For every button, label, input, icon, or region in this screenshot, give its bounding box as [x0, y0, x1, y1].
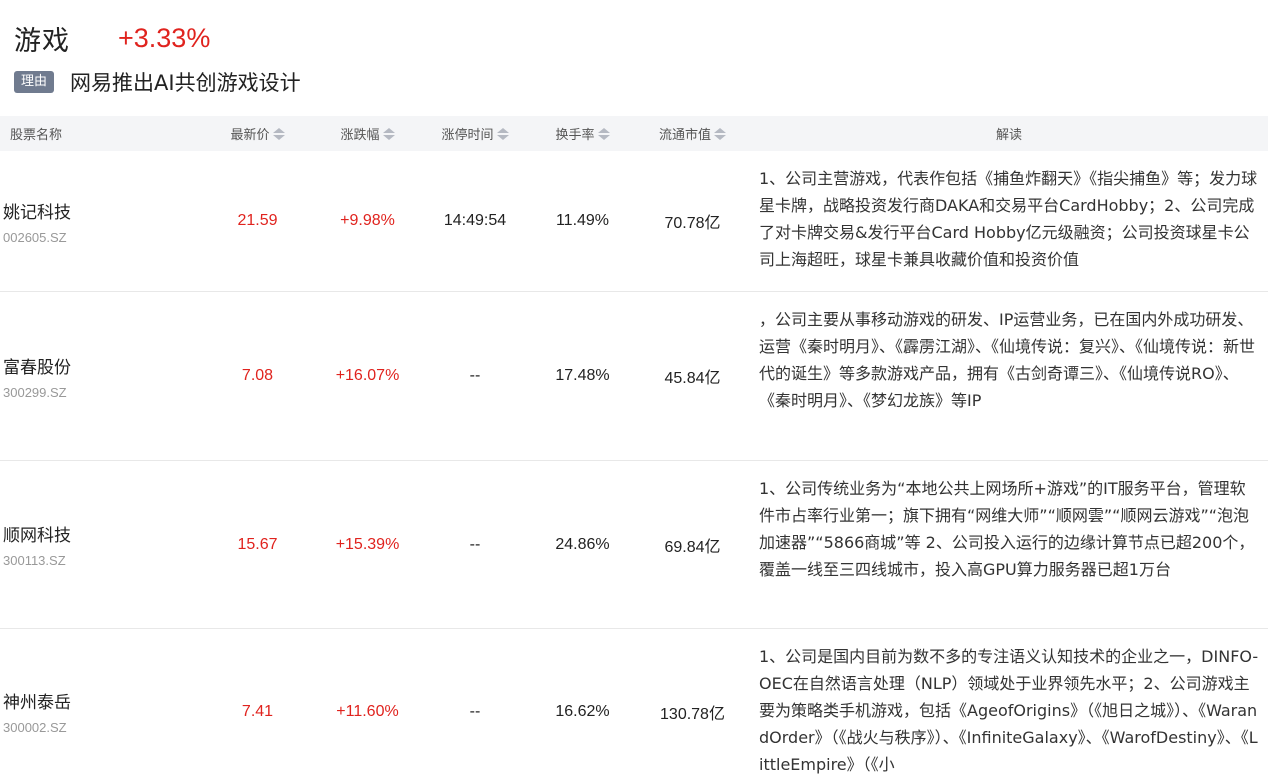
- header-price-label: 最新价: [230, 128, 270, 143]
- market-cap-cell: 69.84亿: [664, 538, 721, 556]
- sector-header: 游戏 +3.33%: [14, 18, 210, 58]
- reason-row: 理由 网易推出AI共创游戏设计: [14, 68, 301, 96]
- header-name: 股票名称: [0, 116, 200, 151]
- limit-time-cell: 14:49:54: [443, 212, 507, 229]
- stock-code: 300002.SZ: [3, 720, 67, 735]
- change-cell: +11.60%: [336, 702, 399, 720]
- header-desc-label: 解读: [995, 128, 1022, 143]
- sort-icon[interactable]: [382, 127, 395, 140]
- stock-name[interactable]: 姚记科技: [3, 198, 71, 223]
- stock-code: 300299.SZ: [3, 384, 67, 400]
- sector-change: +3.33%: [118, 22, 211, 53]
- table-row[interactable]: 姚记科技 002605.SZ 21.59 +9.98% 14:49:54 11.…: [0, 151, 1268, 292]
- header-name-label: 股票名称: [10, 128, 63, 143]
- sort-icon[interactable]: [714, 127, 726, 140]
- desc-cell: 1、公司是国内目前为数不多的专注语义认知技术的企业之一，DINFO-OEC在自然…: [750, 629, 1268, 784]
- table-row[interactable]: 富春股份 300299.SZ 7.08 +16.07% -- 17.48% 45…: [0, 292, 1268, 461]
- stock-name[interactable]: 神州泰岳: [3, 688, 71, 713]
- sector-name: 游戏: [14, 25, 70, 57]
- turnover-cell: 17.48%: [555, 367, 610, 384]
- sort-icon[interactable]: [597, 127, 610, 140]
- header-limit-time-label: 涨停时间: [441, 128, 494, 143]
- desc-cell: 1、公司传统业务为“本地公共上网场所+游戏”的IT服务平台，管理软件市占率行业第…: [750, 461, 1268, 628]
- change-cell: +16.07%: [335, 367, 400, 384]
- header-market-cap-label: 流通市值: [658, 128, 711, 143]
- market-cap-cell: 130.78亿: [660, 705, 725, 723]
- market-cap-cell: 70.78亿: [664, 215, 721, 232]
- stock-cell[interactable]: 神州泰岳 300002.SZ: [0, 629, 200, 784]
- change-cell: +9.98%: [340, 212, 395, 229]
- sort-icon[interactable]: [496, 127, 509, 140]
- header-change-label: 涨跌幅: [340, 128, 380, 143]
- stock-code: 002605.SZ: [3, 229, 67, 245]
- header-market-cap[interactable]: 流通市值: [635, 116, 750, 151]
- price-cell: 7.41: [241, 702, 274, 720]
- table-row[interactable]: 神州泰岳 300002.SZ 7.41 +11.60% -- 16.62% 13…: [0, 629, 1268, 784]
- sort-icon[interactable]: [272, 127, 285, 140]
- stock-name[interactable]: 富春股份: [3, 353, 71, 378]
- market-cap-cell: 45.84亿: [664, 370, 721, 387]
- desc-text: ，公司主要从事移动游戏的研发、IP运营业务，已在国内外成功研发、运营《秦时明月》…: [759, 310, 1256, 410]
- reason-badge: 理由: [14, 71, 55, 93]
- stock-cell[interactable]: 富春股份 300299.SZ: [0, 292, 200, 460]
- table-row[interactable]: 顺网科技 300113.SZ 15.67 +15.39% -- 24.86% 6…: [0, 461, 1268, 629]
- desc-text: 1、公司是国内目前为数不多的专注语义认知技术的企业之一，DINFO-OEC在自然…: [759, 647, 1259, 774]
- desc-cell: ，公司主要从事移动游戏的研发、IP运营业务，已在国内外成功研发、运营《秦时明月》…: [750, 292, 1268, 460]
- limit-time-cell: --: [469, 535, 481, 553]
- turnover-cell: 16.62%: [555, 702, 610, 720]
- price-cell: 7.08: [241, 367, 274, 384]
- header-desc: 解读: [750, 116, 1268, 151]
- reason-text: 网易推出AI共创游戏设计: [70, 71, 301, 95]
- desc-text: 1、公司主营游戏，代表作包括《捕鱼炸翻天》《指尖捕鱼》等；发力球星卡牌，战略投资…: [759, 169, 1258, 269]
- desc-cell: 1、公司主营游戏，代表作包括《捕鱼炸翻天》《指尖捕鱼》等；发力球星卡牌，战略投资…: [750, 151, 1268, 291]
- turnover-cell: 24.86%: [555, 535, 610, 553]
- stock-cell[interactable]: 姚记科技 002605.SZ: [0, 151, 200, 291]
- stock-cell[interactable]: 顺网科技 300113.SZ: [0, 461, 200, 628]
- header-turnover[interactable]: 换手率: [530, 116, 635, 151]
- turnover-cell: 11.49%: [555, 212, 610, 229]
- stock-code: 300113.SZ: [3, 553, 66, 568]
- price-cell: 15.67: [237, 535, 278, 553]
- header-change[interactable]: 涨跌幅: [315, 116, 420, 151]
- table-header: 股票名称 最新价 涨跌幅 涨停时间 换手率 流通市值 解读: [0, 116, 1268, 151]
- price-cell: 21.59: [237, 212, 278, 229]
- limit-time-cell: --: [469, 702, 481, 720]
- limit-time-cell: --: [469, 367, 481, 384]
- change-cell: +15.39%: [335, 535, 400, 553]
- header-price[interactable]: 最新价: [200, 116, 315, 151]
- stock-table: 股票名称 最新价 涨跌幅 涨停时间 换手率 流通市值 解读 姚记科技 00260…: [0, 116, 1268, 784]
- header-turnover-label: 换手率: [555, 128, 595, 143]
- header-limit-time[interactable]: 涨停时间: [420, 116, 530, 151]
- stock-name[interactable]: 顺网科技: [3, 521, 71, 546]
- desc-text: 1、公司传统业务为“本地公共上网场所+游戏”的IT服务平台，管理软件市占率行业第…: [759, 479, 1255, 579]
